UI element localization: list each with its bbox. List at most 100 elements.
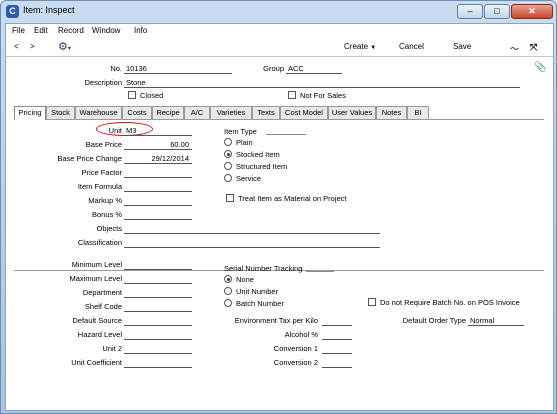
unit-field[interactable]: M3 <box>124 125 192 136</box>
base-price-label: Base Price <box>85 140 122 149</box>
default-order-type-field[interactable]: Normal <box>468 315 524 326</box>
conversion1-label: Conversion 1 <box>273 344 318 353</box>
serial-batch-number-radio[interactable] <box>224 299 232 307</box>
serial-none-label: None <box>236 275 254 284</box>
tab-divider <box>14 119 544 120</box>
item-type-stocked-radio[interactable] <box>224 150 232 158</box>
shelf-code-field[interactable] <box>124 301 192 312</box>
item-type-plain-label: Plain <box>236 138 253 147</box>
item-type-service-radio[interactable] <box>224 174 232 182</box>
env-tax-field[interactable] <box>322 315 352 326</box>
base-price-change-field[interactable]: 29/12/2014 <box>124 153 192 164</box>
bonus-field[interactable] <box>124 209 192 220</box>
price-factor-field[interactable] <box>124 167 192 178</box>
menu-info[interactable]: Info <box>134 26 147 35</box>
title-bar[interactable]: C Item: Inspect – □ ✕ <box>1 1 557 23</box>
bonus-label: Bonus % <box>91 210 122 219</box>
markup-label: Markup % <box>88 196 122 205</box>
activity-icon[interactable]: 〜 <box>510 42 519 55</box>
item-type-service-label: Service <box>236 174 262 183</box>
tab-recipe[interactable]: Recipe <box>152 106 184 119</box>
tab-cost-model[interactable]: Cost Model <box>280 106 328 119</box>
gear-icon[interactable]: ⚙▾ <box>58 40 71 53</box>
group-field[interactable]: ACC <box>286 63 342 74</box>
item-formula-field[interactable] <box>124 181 192 192</box>
default-source-label: Default Source <box>72 316 122 325</box>
tab-user-values[interactable]: User Values <box>328 106 376 119</box>
menu-file[interactable]: File <box>12 26 25 35</box>
toolbar: < > ⚙▾ Create ▼ Cancel Save 〜 ⤧ <box>6 39 553 57</box>
classification-field[interactable] <box>124 237 380 248</box>
conversion2-field[interactable] <box>322 357 352 368</box>
base-price-field[interactable]: 60.00 <box>124 139 192 150</box>
price-factor-label: Price Factor <box>81 168 122 177</box>
tab-texts[interactable]: Texts <box>252 106 280 119</box>
unit-coefficient-field[interactable] <box>124 357 192 368</box>
department-field[interactable] <box>124 287 192 298</box>
maximize-button[interactable]: □ <box>484 4 510 19</box>
item-type-structured-radio[interactable] <box>224 162 232 170</box>
item-type-structured-label: Structured Item <box>236 162 288 171</box>
cancel-button[interactable]: Cancel <box>399 42 424 51</box>
not-for-sales-label: Not For Sales <box>300 91 346 100</box>
item-type-stocked-label: Stocked Item <box>236 150 280 159</box>
forward-button[interactable]: > <box>30 42 35 51</box>
create-button[interactable]: Create ▼ <box>344 42 376 51</box>
description-field[interactable]: Stone <box>124 77 520 88</box>
tab-stock[interactable]: Stock <box>46 106 75 119</box>
window-content: File Edit Record Window Info < > ⚙▾ Crea… <box>5 23 554 411</box>
serial-unit-number-radio[interactable] <box>224 287 232 295</box>
minimize-button[interactable]: – <box>457 4 483 19</box>
minimum-level-label: Minimum Level <box>71 260 122 269</box>
serial-batch-number-label: Batch Number <box>236 299 284 308</box>
tab-notes[interactable]: Notes <box>376 106 407 119</box>
tab-costs[interactable]: Costs <box>122 106 152 119</box>
tab-pricing[interactable]: Pricing <box>14 106 46 120</box>
markup-field[interactable] <box>124 195 192 206</box>
default-order-type-label: Default Order Type <box>402 316 466 325</box>
alcohol-field[interactable] <box>322 329 352 340</box>
group-label: Group <box>263 64 284 73</box>
not-for-sales-checkbox[interactable] <box>288 91 296 99</box>
closed-checkbox[interactable] <box>128 91 136 99</box>
item-type-label: Item Type <box>224 127 257 136</box>
treat-as-material-checkbox[interactable] <box>226 194 234 202</box>
unit2-field[interactable] <box>124 343 192 354</box>
back-button[interactable]: < <box>14 42 19 51</box>
closed-label: Closed <box>140 91 164 100</box>
conversion1-field[interactable] <box>322 343 352 354</box>
tab-varieties[interactable]: Varieties <box>210 106 252 119</box>
unit-coefficient-label: Unit Coefficient <box>71 358 122 367</box>
tab-warehouse[interactable]: Warehouse <box>75 106 122 119</box>
maximum-level-field[interactable] <box>124 273 192 284</box>
hazard-level-label: Hazard Level <box>77 330 122 339</box>
serial-unit-number-label: Unit Number <box>236 287 279 296</box>
app-icon: C <box>6 5 19 18</box>
item-type-plain-radio[interactable] <box>224 138 232 146</box>
base-price-change-label: Base Price Change <box>57 154 122 163</box>
default-source-field[interactable] <box>124 315 192 326</box>
menu-edit[interactable]: Edit <box>34 26 48 35</box>
tab-bi[interactable]: BI <box>407 106 429 119</box>
menu-window[interactable]: Window <box>92 26 120 35</box>
shelf-code-label: Shelf Code <box>84 302 122 311</box>
attachment-icon[interactable]: 📎 <box>534 62 546 73</box>
conversion2-label: Conversion 2 <box>273 358 318 367</box>
save-button[interactable]: Save <box>453 42 471 51</box>
chevron-down-icon: ▼ <box>370 45 377 51</box>
no-batch-pos-checkbox[interactable] <box>368 298 376 306</box>
tab-ac[interactable]: A/C <box>184 106 210 119</box>
objects-field[interactable] <box>124 223 380 234</box>
expand-icon[interactable]: ⤧ <box>530 42 537 53</box>
close-button[interactable]: ✕ <box>511 4 553 19</box>
alcohol-label: Alcohol % <box>284 330 318 339</box>
item-formula-label: Item Formula <box>77 182 122 191</box>
menu-record[interactable]: Record <box>58 26 84 35</box>
hazard-level-field[interactable] <box>124 329 192 340</box>
no-field[interactable]: 10136 <box>124 63 232 74</box>
minimum-level-field[interactable] <box>124 259 192 270</box>
classification-label: Classification <box>77 238 122 247</box>
menu-bar: File Edit Record Window Info <box>6 24 553 38</box>
item-type-rule <box>266 134 306 135</box>
serial-none-radio[interactable] <box>224 275 232 283</box>
